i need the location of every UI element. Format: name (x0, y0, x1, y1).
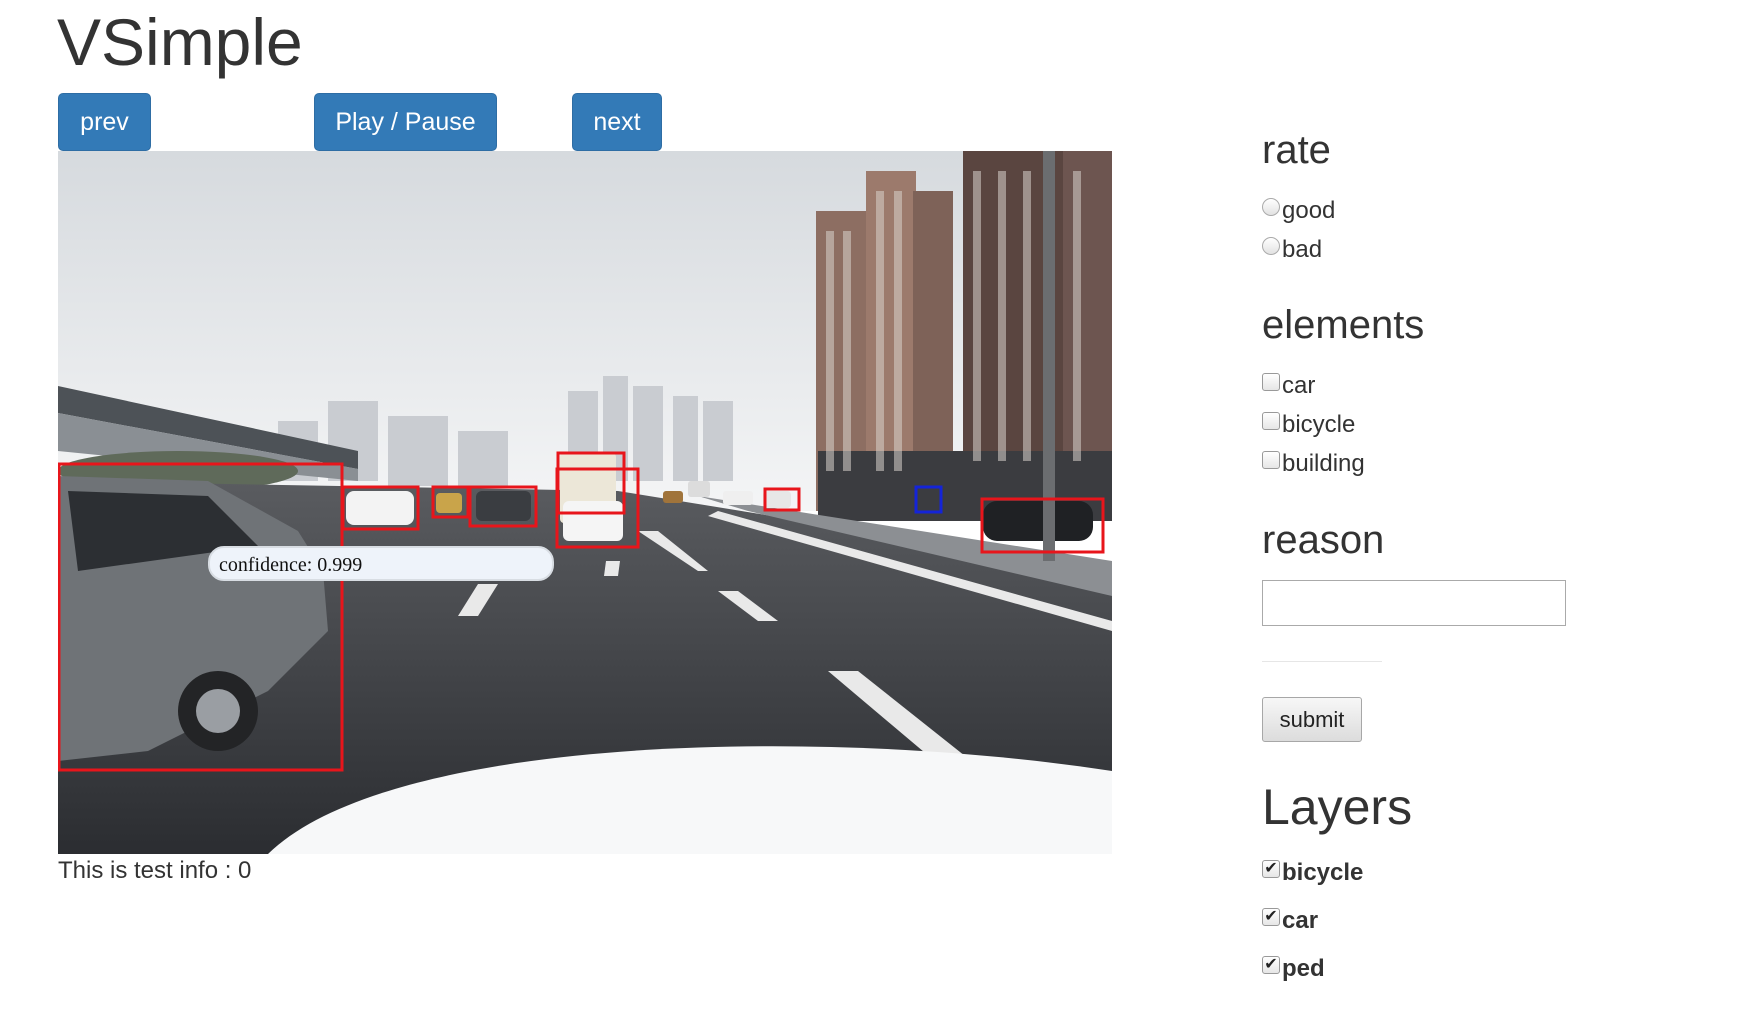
layer-car-option[interactable]: ✔ car (1262, 906, 1318, 936)
submit-button[interactable]: submit (1262, 697, 1362, 742)
layers-heading: Layers (1262, 779, 1413, 835)
layer-bicycle-option[interactable]: ✔ bicycle (1262, 858, 1363, 888)
reason-heading: reason (1262, 518, 1385, 562)
checkbox-checked[interactable]: ✔ (1262, 860, 1280, 878)
elements-heading: elements (1262, 303, 1425, 347)
element-bicycle-option[interactable]: bicycle (1262, 410, 1355, 440)
play-pause-button[interactable]: Play / Pause (314, 93, 497, 151)
layer-car-label: car (1282, 907, 1319, 934)
radio-button[interactable] (1262, 237, 1280, 255)
video-frame-viewer[interactable] (58, 151, 1112, 854)
confidence-tooltip: confidence: 0.999 (208, 546, 554, 581)
layer-ped-label: ped (1282, 955, 1325, 982)
layer-ped-option[interactable]: ✔ ped (1262, 954, 1325, 984)
divider (1262, 661, 1382, 662)
checkbox-checked[interactable]: ✔ (1262, 956, 1280, 974)
checkbox-checked[interactable]: ✔ (1262, 908, 1280, 926)
reason-input[interactable] (1262, 580, 1566, 626)
rate-bad-option[interactable]: bad (1262, 235, 1322, 265)
test-info-text: This is test info : 0 (58, 857, 252, 884)
element-car-label: car (1282, 372, 1316, 399)
rate-good-option[interactable]: good (1262, 196, 1335, 226)
element-building-label: building (1282, 450, 1365, 477)
layer-bicycle-label: bicycle (1282, 859, 1364, 886)
checkbox[interactable] (1262, 412, 1280, 430)
page: VSimple prev Play / Pause next confidenc… (0, 0, 1740, 1028)
checkbox[interactable] (1262, 373, 1280, 391)
element-building-option[interactable]: building (1262, 449, 1365, 479)
rating-sidebar: rate good bad elements car bicycle build… (1262, 0, 1722, 1028)
checkbox[interactable] (1262, 451, 1280, 469)
rate-heading: rate (1262, 128, 1331, 172)
element-car-option[interactable]: car (1262, 371, 1315, 401)
app-title: VSimple (57, 5, 303, 79)
radio-button[interactable] (1262, 198, 1280, 216)
element-bicycle-label: bicycle (1282, 411, 1356, 438)
street-scene-image (58, 151, 1112, 854)
rate-bad-label: bad (1282, 236, 1323, 263)
rate-good-label: good (1282, 197, 1336, 224)
next-button[interactable]: next (572, 93, 662, 151)
prev-button[interactable]: prev (58, 93, 151, 151)
